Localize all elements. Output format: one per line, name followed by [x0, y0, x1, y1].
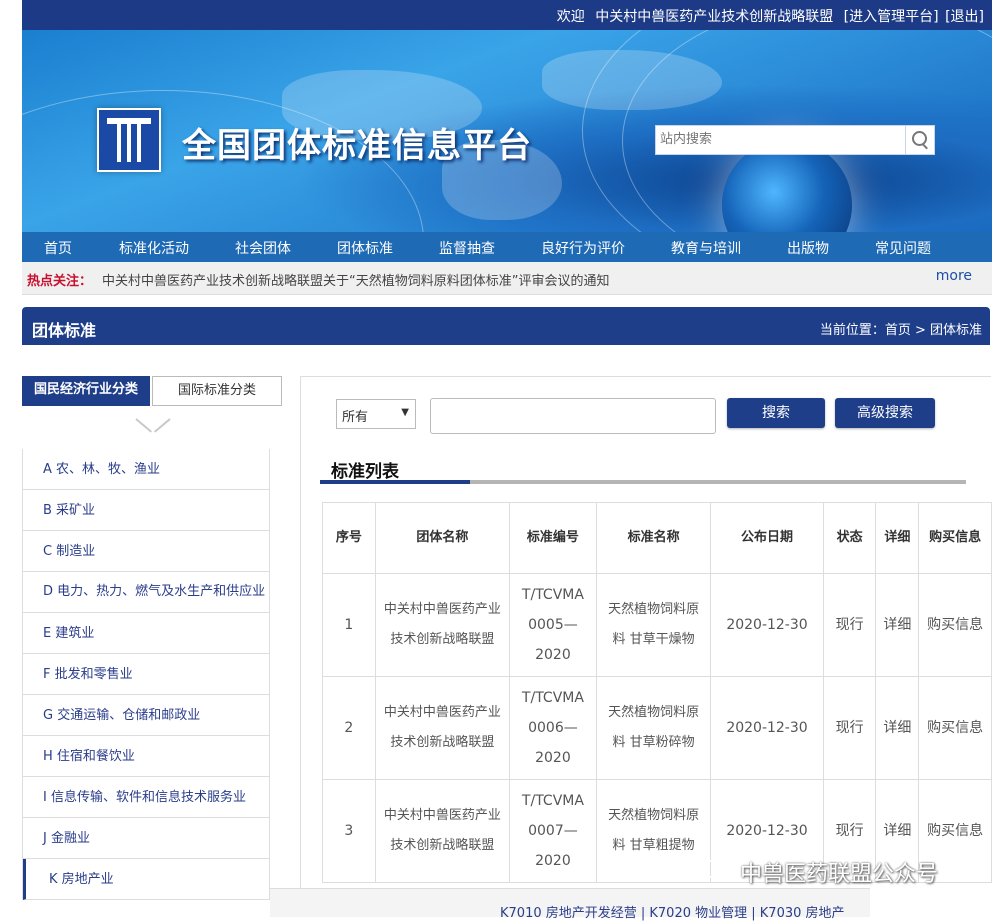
nav-education[interactable]: 教育与培训: [671, 238, 741, 258]
logout-link[interactable]: [退出]: [945, 9, 984, 25]
category-item-h[interactable]: H 住宿和餐饮业: [23, 736, 269, 777]
hot-label: 热点关注：: [27, 274, 93, 289]
more-link[interactable]: more: [936, 268, 972, 284]
wechat-icon: [700, 860, 729, 882]
category-item-i[interactable]: I 信息传输、软件和信息技术服务业: [23, 777, 269, 818]
table-row: 2 中关村中兽医药产业技术创新战略联盟 T/TCVMA 0006—2020 天然…: [322, 676, 992, 780]
cell-name: 天然植物饲料原料 甘草粉碎物: [595, 676, 712, 780]
nav-home[interactable]: 首页: [44, 238, 72, 258]
site-title: 全国团体标准信息平台: [182, 126, 532, 166]
col-detail: 详细: [875, 502, 920, 574]
col-org: 团体名称: [374, 502, 510, 574]
scope-select-value: 所有: [342, 410, 369, 425]
nav-faq[interactable]: 常见问题: [875, 238, 931, 258]
category-tabs: 国民经济行业分类 国际标准分类: [22, 376, 282, 406]
category-item-g[interactable]: G 交通运输、仓储和邮政业: [23, 695, 269, 736]
top-bar: 欢迎 中关村中兽医药产业技术创新战略联盟 [进入管理平台] [退出]: [22, 0, 992, 30]
cell-date: 2020-12-30: [710, 573, 824, 677]
advanced-search-button[interactable]: 高级搜索: [835, 398, 935, 428]
search-icon: [912, 131, 927, 146]
buy-info-link[interactable]: 购买信息: [918, 573, 992, 677]
category-item-d[interactable]: D 电力、热力、燃气及水生产和供应业: [23, 572, 269, 613]
breadcrumb: 当前位置：首页 > 团体标准: [819, 323, 982, 338]
category-item-a[interactable]: A 农、林、牧、渔业: [23, 449, 269, 490]
buy-info-link[interactable]: 购买信息: [918, 676, 992, 780]
standards-table: 序号 团体名称 标准编号 标准名称 公布日期 状态 详细 购买信息 1 中关村中…: [322, 502, 992, 883]
category-item-c[interactable]: C 制造业: [23, 531, 269, 572]
keyword-input[interactable]: [430, 398, 716, 434]
detail-link[interactable]: 详细: [875, 573, 920, 677]
cell-status: 现行: [822, 676, 877, 780]
cell-date: 2020-12-30: [710, 676, 824, 780]
detail-link[interactable]: 详细: [875, 676, 920, 780]
col-no: 序号: [322, 502, 376, 574]
category-item-b[interactable]: B 采矿业: [23, 490, 269, 531]
cell-no: 3: [322, 779, 376, 883]
category-list: A 农、林、牧、渔业 B 采矿业 C 制造业 D 电力、热力、燃气及水生产和供应…: [22, 449, 270, 900]
col-date: 公布日期: [710, 502, 824, 574]
hot-news-link[interactable]: 中关村中兽医药产业技术创新战略联盟关于“天然植物饲料原料团体标准”评审会议的通知: [102, 270, 609, 289]
cell-org: 中关村中兽医药产业技术创新战略联盟: [374, 779, 510, 883]
category-item-e[interactable]: E 建筑业: [23, 613, 269, 654]
cell-code: T/TCVMA 0005—2020: [508, 573, 597, 677]
col-name: 标准名称: [595, 502, 712, 574]
search-button[interactable]: 搜索: [727, 398, 825, 428]
section-title: 团体标准: [32, 321, 97, 340]
title-underline-accent: [320, 480, 470, 484]
watermark-text: 中兽医药联盟公众号: [740, 862, 939, 887]
nav-social-groups[interactable]: 社会团体: [235, 238, 291, 258]
welcome-text: 欢迎: [556, 9, 585, 25]
cell-org: 中关村中兽医药产业技术创新战略联盟: [374, 573, 510, 677]
cell-code: T/TCVMA 0007—2020: [508, 779, 597, 883]
nav-group-standards[interactable]: 团体标准: [337, 238, 393, 258]
col-status: 状态: [822, 502, 877, 574]
nav-standardization[interactable]: 标准化活动: [119, 238, 189, 258]
cell-no: 2: [322, 676, 376, 780]
category-item-f[interactable]: F 批发和零售业: [23, 654, 269, 695]
admin-link[interactable]: [进入管理平台]: [844, 9, 939, 25]
col-buy: 购买信息: [918, 502, 992, 574]
site-search-input[interactable]: [656, 126, 908, 152]
cell-status: 现行: [822, 573, 877, 677]
org-name: 中关村中兽医药产业技术创新战略联盟: [595, 9, 834, 25]
site-search: [655, 125, 935, 155]
section-header: 团体标准 当前位置：首页 > 团体标准: [22, 307, 990, 345]
tab-international-classification[interactable]: 国际标准分类: [152, 376, 282, 406]
cell-no: 1: [322, 573, 376, 677]
nav-inspection[interactable]: 监督抽查: [439, 238, 495, 258]
nav-good-behavior[interactable]: 良好行为评价: [541, 238, 625, 258]
cell-name: 天然植物饲料原料 甘草干燥物: [595, 573, 712, 677]
category-item-k[interactable]: K 房地产业: [23, 859, 269, 900]
chevron-down-icon: [135, 418, 171, 438]
category-item-j[interactable]: J 金融业: [23, 818, 269, 859]
nav-publications[interactable]: 出版物: [787, 238, 829, 258]
subcategory-links[interactable]: K7010 房地产开发经营 | K7020 物业管理 | K7030 房地产: [500, 902, 845, 921]
main-nav: 首页 标准化活动 社会团体 团体标准 监督抽查 良好行为评价 教育与培训 出版物…: [22, 232, 992, 262]
table-header-row: 序号 团体名称 标准编号 标准名称 公布日期 状态 详细 购买信息: [322, 502, 992, 574]
site-logo-icon[interactable]: [97, 108, 161, 172]
tab-industry-classification[interactable]: 国民经济行业分类: [22, 376, 150, 406]
cell-name: 天然植物饲料原料 甘草粗提物: [595, 779, 712, 883]
page-left-margin: [0, 0, 22, 916]
caret-down-icon: ▼: [401, 407, 409, 418]
col-code: 标准编号: [508, 502, 597, 574]
header-banner: 全国团体标准信息平台: [22, 30, 992, 232]
scope-select[interactable]: 所有 ▼: [336, 399, 416, 429]
cell-org: 中关村中兽医药产业技术创新战略联盟: [374, 676, 510, 780]
site-search-button[interactable]: [905, 126, 934, 154]
list-title: 标准列表: [331, 462, 399, 482]
table-row: 1 中关村中兽医药产业技术创新战略联盟 T/TCVMA 0005—2020 天然…: [322, 573, 992, 677]
cell-code: T/TCVMA 0006—2020: [508, 676, 597, 780]
hot-news-bar: 热点关注： 中关村中兽医药产业技术创新战略联盟关于“天然植物饲料原料团体标准”评…: [22, 262, 992, 295]
